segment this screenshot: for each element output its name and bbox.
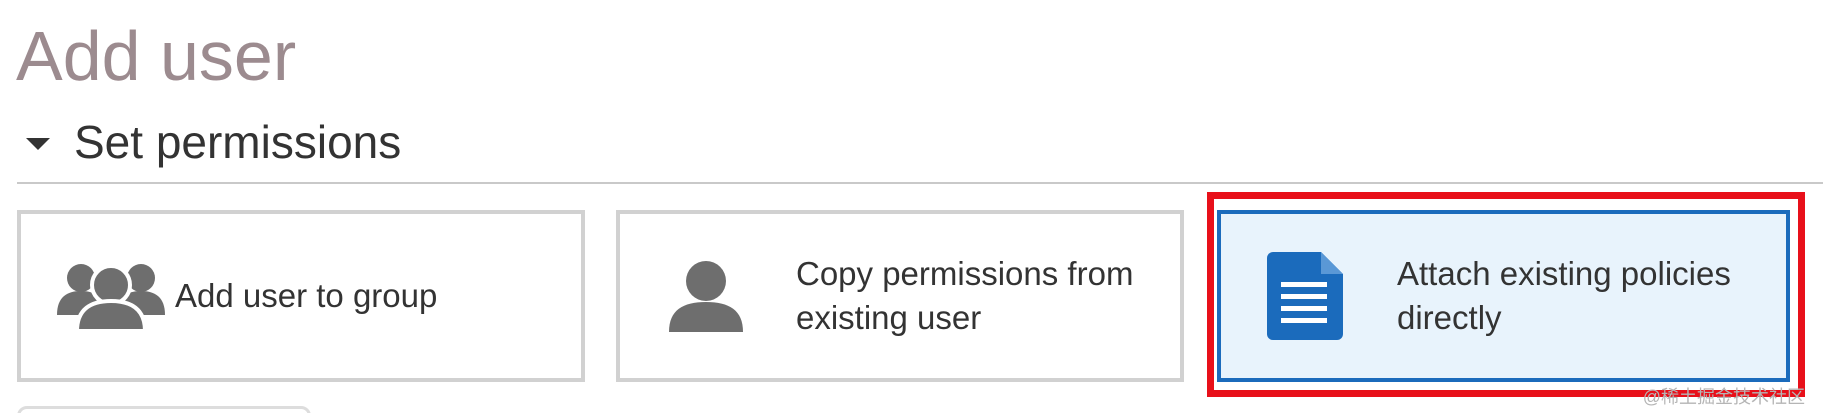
watermark: @稀土掘金技术社区	[1642, 387, 1805, 407]
option-label: Copy permissions from existing user	[796, 252, 1133, 340]
page-title: Add user	[16, 17, 297, 95]
option-label: Add user to group	[175, 274, 437, 318]
option-add-user-to-group[interactable]: Add user to group	[17, 210, 585, 382]
section-divider	[17, 182, 1823, 184]
option-label-line2: directly	[1397, 299, 1502, 336]
add-user-page: Add user Set permissions Add user to gro…	[0, 0, 1823, 413]
option-copy-permissions[interactable]: Copy permissions from existing user	[616, 210, 1184, 382]
caret-down-icon	[26, 138, 50, 150]
option-label-line1: Copy permissions from	[796, 255, 1134, 292]
partial-element	[17, 406, 311, 413]
section-title: Set permissions	[74, 116, 402, 168]
option-label-text: Add user to group	[175, 277, 438, 314]
user-icon	[664, 260, 748, 332]
option-attach-policies[interactable]: Attach existing policies directly	[1217, 210, 1790, 382]
option-label-line1: Attach existing policies	[1397, 255, 1731, 292]
option-label: Attach existing policies directly	[1397, 252, 1731, 340]
document-icon	[1265, 252, 1345, 340]
user-group-icon	[53, 261, 169, 331]
option-label-line2: existing user	[796, 299, 982, 336]
set-permissions-toggle[interactable]: Set permissions	[26, 110, 401, 174]
